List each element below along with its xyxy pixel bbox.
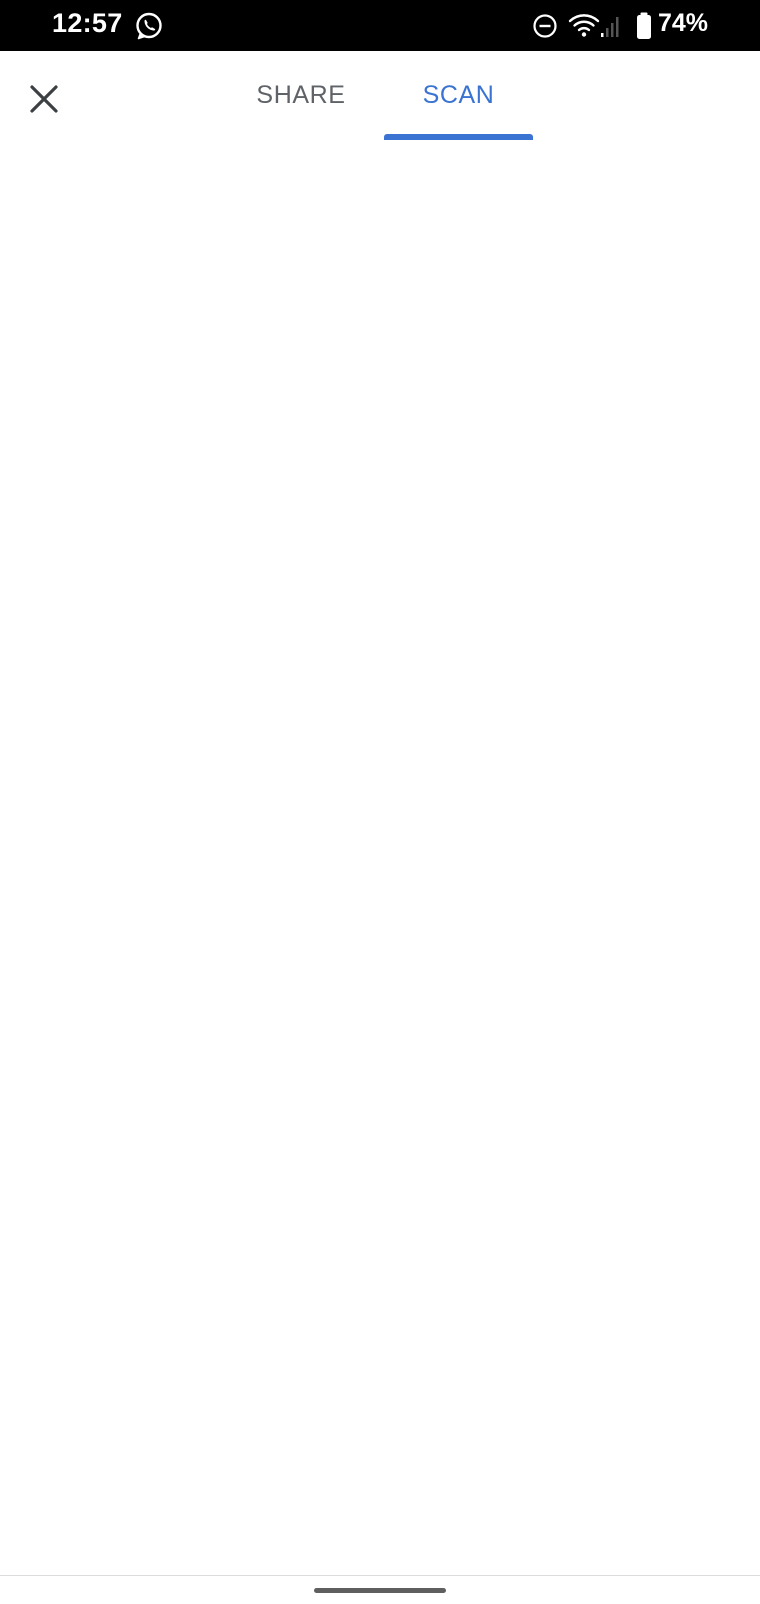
do-not-disturb-icon	[533, 14, 557, 38]
gesture-nav-handle[interactable]	[314, 1588, 446, 1593]
scan-content-area	[0, 140, 760, 1575]
app-bar: SHARE SCAN	[0, 51, 760, 140]
status-time: 12:57	[52, 8, 123, 38]
battery-percent: 74%	[658, 9, 709, 37]
nav-bar-divider	[0, 1575, 760, 1576]
battery-icon	[637, 12, 651, 39]
whatsapp-icon	[136, 12, 162, 40]
status-bar: 12:57 74%	[0, 0, 760, 51]
wifi-icon	[568, 14, 600, 37]
close-icon	[30, 85, 58, 113]
close-button[interactable]	[16, 71, 72, 127]
tab-share[interactable]: SHARE	[227, 51, 375, 140]
cell-signal-icon	[601, 17, 619, 37]
tab-scan[interactable]: SCAN	[384, 51, 533, 140]
